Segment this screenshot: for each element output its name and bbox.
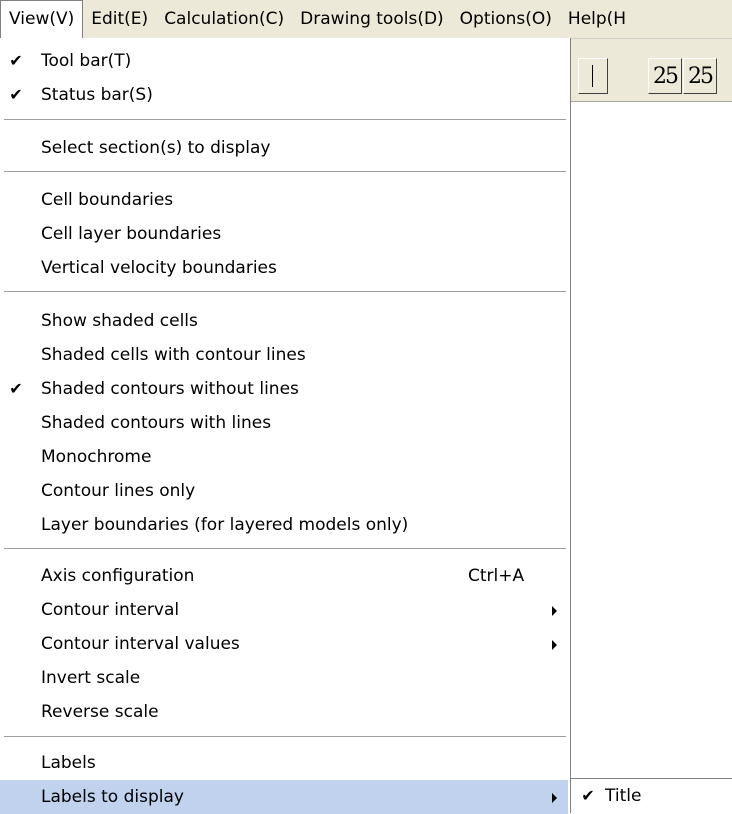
menu-item-layer-boundaries[interactable]: Layer boundaries (for layered models onl… (0, 508, 568, 542)
menu-item-show-shaded-cells[interactable]: Show shaded cells (0, 304, 568, 338)
menu-calculation[interactable]: Calculation(C) (156, 0, 292, 38)
menu-item-contour-lines-only[interactable]: Contour lines only (0, 474, 568, 508)
menu-item-label: Reverse scale (41, 702, 159, 722)
font-size-button-1[interactable]: 25 (648, 58, 682, 94)
menu-separator (4, 171, 566, 173)
menu-item-label: Vertical velocity boundaries (41, 258, 277, 278)
menu-item-label: Shaded cells with contour lines (41, 345, 306, 365)
menu-item-labels[interactable]: Labels (0, 746, 568, 780)
menu-item-shaded-cells-contour-lines[interactable]: Shaded cells with contour lines (0, 338, 568, 372)
submenu-arrow-icon (552, 793, 557, 803)
menu-item-select-sections[interactable]: Select section(s) to display (0, 131, 568, 165)
menu-help[interactable]: Help(H (560, 0, 634, 38)
menu-item-vertical-velocity-boundaries[interactable]: Vertical velocity boundaries (0, 251, 568, 285)
submenu-arrow-icon (552, 606, 557, 616)
menu-item-label: Contour interval (41, 600, 180, 620)
menu-item-shaded-contours-with-lines[interactable]: Shaded contours with lines (0, 406, 568, 440)
submenu-arrow-icon (552, 640, 557, 650)
check-icon: ✔ (9, 379, 23, 398)
line-tool-button[interactable] (578, 58, 608, 94)
menu-item-label: Select section(s) to display (41, 138, 271, 158)
menu-drawing-tools[interactable]: Drawing tools(D) (292, 0, 452, 38)
menu-item-label: Axis configuration (41, 566, 195, 586)
submenu-item-title[interactable]: ✔ Title (571, 779, 732, 813)
menu-item-label: Tool bar(T) (41, 51, 132, 71)
menu-separator (4, 736, 566, 738)
view-dropdown-menu: ✔ Tool bar(T) ✔ Status bar(S) Select sec… (0, 38, 571, 814)
menu-item-label: Contour lines only (41, 481, 196, 501)
labels-submenu: ✔ Title (570, 778, 732, 813)
submenu-item-label: Title (605, 786, 642, 806)
menu-item-label: Contour interval values (41, 634, 240, 654)
menu-item-monochrome[interactable]: Monochrome (0, 440, 568, 474)
menu-item-label: Labels (41, 753, 96, 773)
menu-edit[interactable]: Edit(E) (83, 0, 156, 38)
menu-item-tool-bar[interactable]: ✔ Tool bar(T) (0, 44, 568, 78)
menu-item-cell-layer-boundaries[interactable]: Cell layer boundaries (0, 217, 568, 251)
menu-item-label: Layer boundaries (for layered models onl… (41, 515, 409, 535)
menu-separator (4, 548, 566, 550)
menu-item-shaded-contours-without-lines[interactable]: ✔ Shaded contours without lines (0, 372, 568, 406)
shortcut-label: Ctrl+A (468, 566, 525, 586)
menu-item-invert-scale[interactable]: Invert scale (0, 661, 568, 695)
menu-item-label: Status bar(S) (41, 85, 153, 105)
menu-item-reverse-scale[interactable]: Reverse scale (0, 695, 568, 729)
menu-item-labels-to-display[interactable]: Labels to display (0, 780, 568, 814)
menu-item-label: Monochrome (41, 447, 152, 467)
menu-item-contour-interval-values[interactable]: Contour interval values (0, 627, 568, 661)
menu-item-contour-interval[interactable]: Contour interval (0, 593, 568, 627)
menu-item-label: Cell boundaries (41, 190, 174, 210)
menu-item-label: Cell layer boundaries (41, 224, 222, 244)
menu-view[interactable]: View(V) (0, 0, 84, 38)
menu-options[interactable]: Options(O) (452, 0, 560, 38)
menu-item-axis-configuration[interactable]: Axis configuration Ctrl+A (0, 559, 568, 593)
toolbar: 25 25 (560, 39, 732, 102)
menu-separator (4, 119, 566, 121)
menu-bar: View(V) Edit(E) Calculation(C) Drawing t… (0, 0, 732, 39)
menu-item-label: Invert scale (41, 668, 141, 688)
menu-separator (4, 291, 566, 293)
check-icon: ✔ (581, 786, 595, 805)
menu-item-label: Labels to display (41, 787, 184, 807)
check-icon: ✔ (9, 85, 23, 104)
menu-item-cell-boundaries[interactable]: Cell boundaries (0, 183, 568, 217)
menu-item-label: Shaded contours without lines (41, 379, 299, 399)
menu-item-label: Show shaded cells (41, 311, 198, 331)
menu-item-label: Shaded contours with lines (41, 413, 272, 433)
check-icon: ✔ (9, 51, 23, 70)
font-size-button-2[interactable]: 25 (683, 58, 717, 94)
menu-item-status-bar[interactable]: ✔ Status bar(S) (0, 78, 568, 112)
